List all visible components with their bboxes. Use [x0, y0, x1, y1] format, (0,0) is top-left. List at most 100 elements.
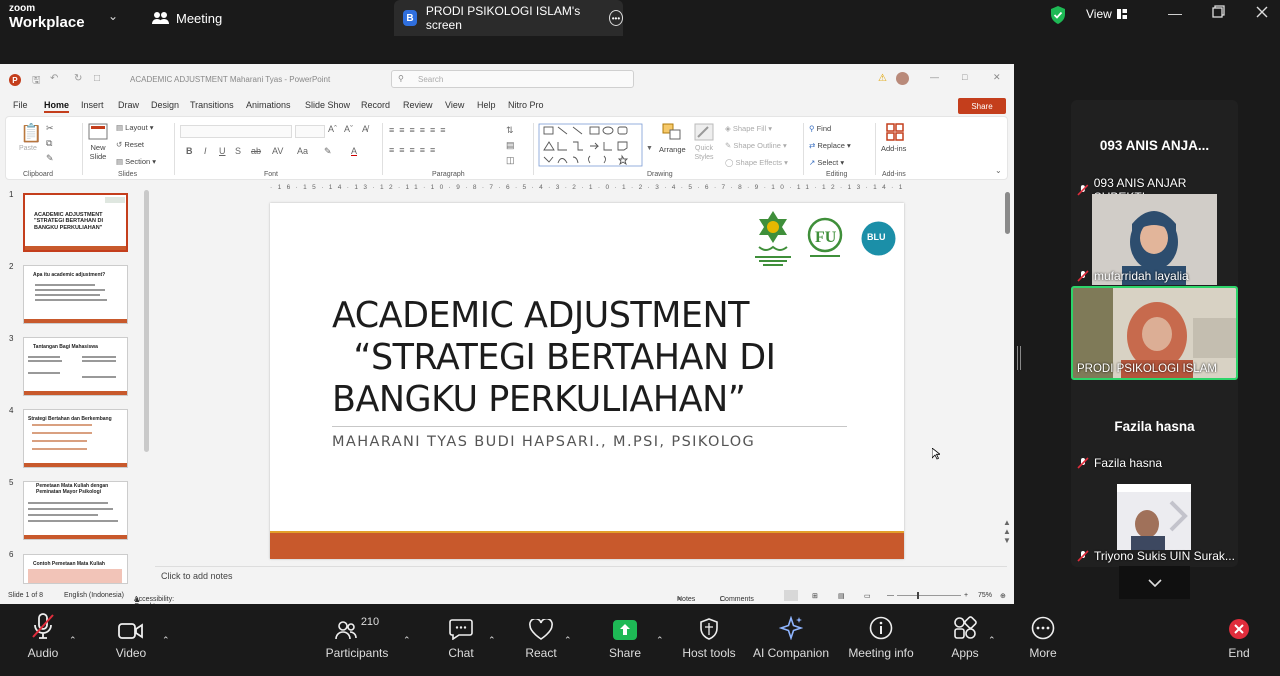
zoom-slider[interactable] [897, 595, 961, 596]
format-painter-icon[interactable]: ✎ [46, 153, 54, 164]
thumbnails-scrollbar[interactable] [144, 190, 149, 452]
zoom-workplace-logo[interactable]: zoom Workplace [9, 4, 85, 31]
menu-review[interactable]: Review [403, 100, 433, 110]
participants-options-caret[interactable]: ⌃ [403, 635, 411, 646]
arrange-label[interactable]: Arrange [659, 145, 686, 154]
text-direction-icon[interactable]: ⇅ [506, 125, 514, 136]
react-button[interactable]: React [496, 604, 586, 660]
audio-options-caret[interactable]: ⌃ [69, 635, 77, 646]
present-icon[interactable]: □ [94, 73, 100, 84]
thumbnail-slide-4[interactable]: Strategi Bertahan dan Berkembang [23, 409, 128, 468]
restore-button[interactable] [1212, 5, 1225, 21]
share-screen-button[interactable]: Share [580, 604, 670, 660]
notes-pane[interactable]: Click to add notes [155, 566, 1007, 584]
menu-record[interactable]: Record [361, 100, 390, 110]
share-options-caret[interactable]: ⌃ [656, 635, 664, 646]
menu-home[interactable]: Home [44, 100, 70, 113]
ppt-maximize-button[interactable]: □ [962, 72, 967, 82]
menu-transitions[interactable]: Transitions [190, 100, 234, 110]
meeting-info-button[interactable]: Meeting info [836, 604, 926, 660]
cut-icon[interactable]: ✂ [46, 123, 54, 134]
menu-insert[interactable]: Insert [81, 100, 104, 110]
menu-help[interactable]: Help [477, 100, 496, 110]
menu-slide-show[interactable]: Slide Show [305, 100, 350, 110]
warning-icon[interactable]: ⚠ [878, 73, 887, 84]
zoom-slider-thumb[interactable] [917, 592, 919, 599]
search-box[interactable]: ⚲ Search [391, 70, 634, 88]
ppt-minimize-button[interactable]: — [930, 72, 939, 82]
thumbnail-slide-3[interactable]: Tantangan Bagi Mahasiswa [23, 337, 128, 396]
end-meeting-button[interactable]: End [1194, 604, 1280, 660]
change-case-icon[interactable]: Aa [297, 146, 308, 156]
view-button[interactable]: View [1086, 7, 1127, 21]
slide-nav-icon[interactable]: ▲ ▲ ▼ [1003, 518, 1011, 545]
layout-button[interactable]: ▤ Layout ▾ [116, 123, 154, 132]
align-text-icon[interactable]: ≡≡≡≡≡ [389, 145, 440, 155]
tab-meeting[interactable]: Meeting [152, 7, 222, 29]
close-button[interactable] [1256, 5, 1268, 21]
shapes-gallery-icon[interactable] [538, 123, 643, 167]
normal-view-icon[interactable] [784, 590, 798, 601]
thumbnail-slide-5[interactable]: Pemetaan Mata Kuliah dengan Peminatan Ma… [23, 481, 128, 540]
video-button[interactable]: Video [86, 604, 176, 660]
menu-animations[interactable]: Animations [246, 100, 291, 110]
arrange-icon[interactable] [662, 123, 682, 141]
apps-button[interactable]: Apps [920, 604, 1010, 660]
shapes-more-icon[interactable]: ▼ [646, 145, 653, 152]
collapse-ribbon-icon[interactable]: ⌄ [995, 166, 1002, 175]
zoom-out-icon[interactable]: — [887, 592, 894, 599]
reset-button[interactable]: ↺ Reset [116, 140, 144, 149]
clear-format-icon[interactable]: A̸ [362, 124, 368, 134]
paste-icon[interactable]: 📋 [20, 123, 42, 144]
reading-view-icon[interactable]: ▤ [838, 592, 845, 600]
font-size-select[interactable] [295, 125, 325, 138]
zoom-level[interactable]: 75% [978, 592, 992, 599]
align-vertical-icon[interactable]: ▤ [506, 140, 515, 151]
quick-styles-label[interactable]: Quick Styles [691, 144, 717, 162]
ai-companion-button[interactable]: AI Companion [746, 604, 836, 660]
panel-resize-handle[interactable] [1017, 346, 1021, 370]
ppt-close-button[interactable]: ✕ [993, 72, 1001, 83]
more-button[interactable]: More [998, 604, 1088, 660]
add-ins-icon[interactable] [886, 123, 904, 141]
decrease-font-icon[interactable]: Aˇ [344, 124, 353, 134]
slide-scrollbar[interactable] [1005, 192, 1010, 234]
host-tools-button[interactable]: Host tools [664, 604, 754, 660]
section-button[interactable]: ▤ Section ▾ [116, 157, 156, 166]
find-button[interactable]: ⚲ Find [809, 124, 831, 133]
menu-nitro-pro[interactable]: Nitro Pro [508, 100, 544, 110]
underline-icon[interactable]: U [219, 146, 226, 156]
apps-options-caret[interactable]: ⌃ [988, 635, 996, 646]
ppt-share-button[interactable]: Share [958, 98, 1006, 114]
minimize-button[interactable]: — [1168, 5, 1182, 21]
menu-view[interactable]: View [445, 100, 464, 110]
char-spacing-icon[interactable]: AV [272, 146, 283, 156]
thumbnail-slide-1[interactable]: ACADEMIC ADJUSTMENT "STRATEGI BERTAHAN D… [23, 193, 128, 252]
slideshow-icon[interactable]: ▭ [864, 592, 871, 600]
font-name-select[interactable] [180, 125, 292, 138]
chat-button[interactable]: Chat [416, 604, 506, 660]
participant-video[interactable] [1117, 484, 1191, 550]
shape-effects-button[interactable]: ◯ Shape Effects ▾ [725, 158, 788, 167]
increase-font-icon[interactable]: Aˆ [328, 124, 337, 134]
smartart-icon[interactable]: ◫ [506, 155, 515, 166]
zoom-in-icon[interactable]: + [964, 592, 968, 599]
strikethrough-icon[interactable]: ab [251, 146, 261, 156]
quick-styles-icon[interactable] [694, 123, 714, 141]
slide-sorter-icon[interactable]: ⊞ [812, 592, 818, 600]
chat-options-caret[interactable]: ⌃ [488, 635, 496, 646]
menu-design[interactable]: Design [151, 100, 179, 110]
menu-file[interactable]: File [13, 100, 28, 110]
redo-icon[interactable]: ↻ [74, 73, 82, 84]
fit-slide-icon[interactable]: ⊕ [1000, 592, 1006, 600]
shape-fill-button[interactable]: ◈ Shape Fill ▾ [725, 124, 772, 133]
language-status[interactable]: English (Indonesia) [64, 592, 124, 599]
bold-icon[interactable]: B [186, 146, 193, 156]
highlight-icon[interactable]: ✎ [324, 146, 332, 157]
security-shield-icon[interactable] [1049, 5, 1067, 25]
avatar[interactable] [896, 72, 909, 85]
scroll-down-button[interactable] [1119, 566, 1190, 599]
thumbnail-slide-6[interactable]: Contoh Pemetaan Mata Kuliah [23, 554, 128, 584]
audio-button[interactable]: Audio [0, 604, 88, 660]
add-ins-label[interactable]: Add-ins [881, 144, 906, 153]
